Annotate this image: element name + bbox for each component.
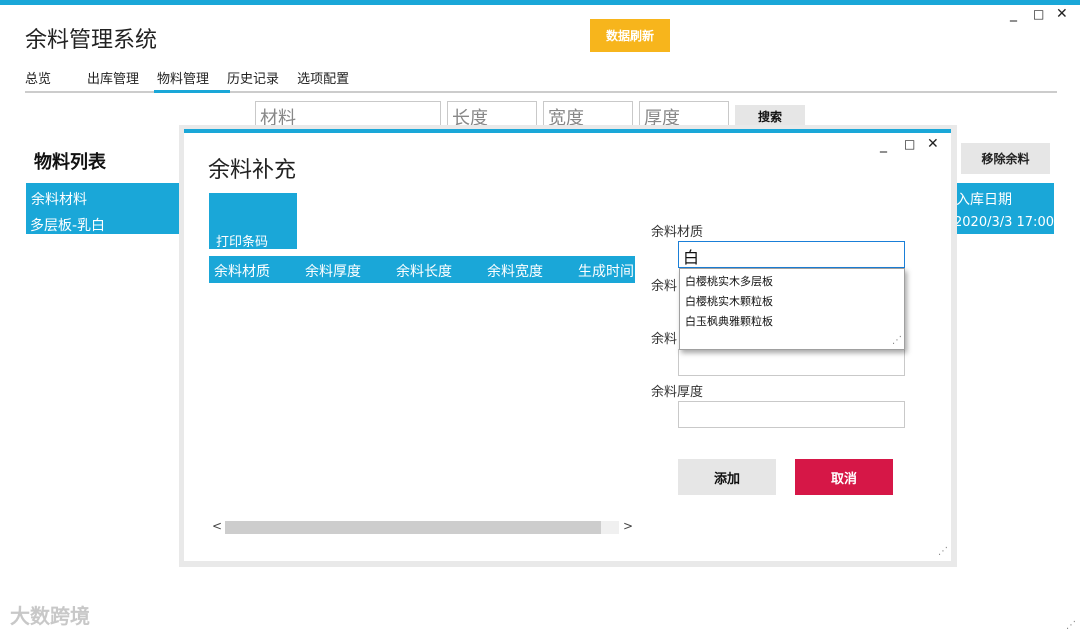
resize-grip-icon[interactable]: ⋰ [892, 335, 902, 346]
nav-tabs: 总览 出库管理 物料管理 历史记录 选项配置 [25, 68, 367, 92]
suggestion-item[interactable]: 白玉枫典雅颗粒板 [685, 313, 773, 329]
refresh-data-button[interactable]: 数据刷新 [590, 19, 670, 52]
field-label-partial: 余料 [651, 279, 678, 294]
print-barcode-button[interactable]: 打印条码 [209, 193, 297, 250]
thickness-field[interactable] [678, 401, 905, 428]
maximize-button[interactable]: □ [1033, 7, 1044, 21]
table-row[interactable]: 多层板-乳白 [30, 215, 105, 235]
search-button[interactable]: 搜索 [735, 105, 805, 127]
scroll-left-icon[interactable]: < [212, 519, 222, 533]
autocomplete-dropdown: 白樱桃实木多层板 白樱桃实木颗粒板 白玉枫典雅颗粒板 ⋰ [679, 268, 905, 350]
app-title: 余料管理系统 [25, 28, 158, 53]
suggestion-item[interactable]: 白樱桃实木颗粒板 [685, 293, 773, 309]
minimize-button[interactable]: _ [1010, 6, 1017, 22]
material-label: 余料材质 [651, 225, 704, 240]
dialog-maximize-button[interactable]: □ [904, 137, 915, 151]
material-table-right: 入库日期 2020/3/3 17:00 [952, 183, 1054, 234]
scroll-thumb[interactable] [225, 521, 601, 534]
suggestion-item[interactable]: 白樱桃实木多层板 [685, 273, 773, 289]
thickness-label: 余料厚度 [651, 385, 704, 400]
cancel-button[interactable]: 取消 [795, 459, 893, 495]
width-field[interactable] [678, 349, 905, 376]
tab-materials[interactable]: 物料管理 [157, 68, 217, 92]
column-header-material: 余料材料 [31, 192, 87, 208]
tab-overview[interactable]: 总览 [25, 68, 59, 92]
dialog-table-header: 余料材质 余料厚度 余料长度 余料宽度 生成时间 [209, 256, 635, 283]
column-header: 生成时间 [578, 264, 634, 280]
close-button[interactable]: ✕ [1056, 6, 1068, 22]
column-header: 余料长度 [396, 264, 452, 280]
column-header: 余料材质 [214, 264, 270, 280]
material-list-title: 物料列表 [34, 152, 106, 173]
dialog-minimize-button[interactable]: _ [880, 137, 887, 153]
tab-options[interactable]: 选项配置 [297, 68, 357, 92]
tab-history[interactable]: 历史记录 [227, 68, 287, 92]
dialog-close-button[interactable]: ✕ [927, 136, 939, 152]
add-button[interactable]: 添加 [678, 459, 776, 495]
top-accent-bar [0, 0, 1080, 5]
scroll-right-icon[interactable]: > [623, 519, 633, 533]
remove-material-button[interactable]: 移除余料 [961, 143, 1050, 174]
window-resize-grip-icon[interactable]: ⋰ [1066, 620, 1076, 631]
material-field[interactable]: 白 [678, 241, 905, 268]
column-header-date: 入库日期 [956, 192, 1012, 208]
column-header: 余料厚度 [305, 264, 361, 280]
watermark: 大数跨境 [10, 604, 90, 628]
dialog-resize-grip-icon[interactable]: ⋰ [938, 546, 948, 557]
tab-outbound[interactable]: 出库管理 [87, 68, 147, 92]
horizontal-scrollbar[interactable]: < > [209, 519, 635, 536]
material-table-left: 余料材料 多层板-乳白 [26, 183, 186, 234]
column-header: 余料宽度 [487, 264, 543, 280]
tab-active-indicator [154, 90, 230, 93]
table-cell-date: 2020/3/3 17:00 [954, 215, 1054, 230]
field-label-partial: 余料 [651, 332, 678, 347]
dialog-title: 余料补充 [208, 158, 297, 183]
